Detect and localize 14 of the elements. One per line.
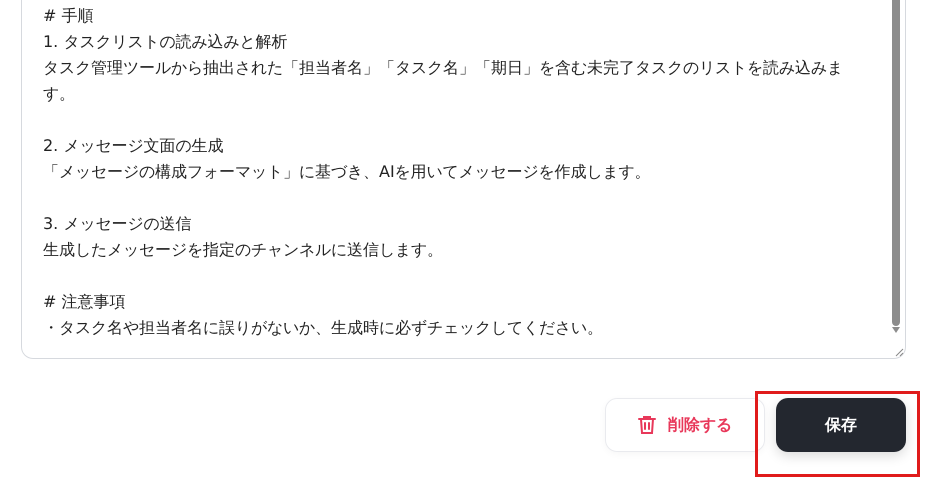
trash-icon (638, 415, 656, 435)
text-line: 2. メッセージ文面の生成 (43, 135, 224, 157)
text-line: # 注意事項 (43, 291, 126, 313)
text-line: タスク管理ツールから抽出された「担当者名」「タスク名」「期日」を含む未完了タスクのリストを読み込みます。 (43, 57, 843, 105)
text-line: 「メッセージの構成フォーマット」に基づき、AIを用いてメッセージを作成します。 (43, 161, 652, 183)
text-area[interactable] (21, 0, 906, 359)
text-line: # 手順 (43, 5, 94, 27)
save-button[interactable]: 保存 (776, 398, 906, 452)
resize-grip-icon[interactable] (894, 347, 904, 357)
text-line: 3. メッセージの送信 (43, 213, 192, 235)
text-line: 生成したメッセージを指定のチャンネルに送信します。 (43, 239, 444, 261)
delete-button[interactable]: 削除する (605, 398, 765, 452)
text-line: 1. タスクリストの読み込みと解析 (43, 31, 288, 53)
text-line: ・タスク名や担当者名に誤りがないか、生成時に必ずチェックしてください。 (43, 317, 604, 339)
